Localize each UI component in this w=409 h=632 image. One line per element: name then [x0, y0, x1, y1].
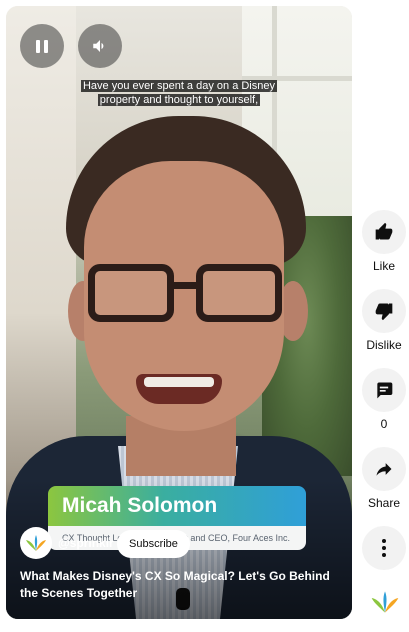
- volume-icon: [93, 40, 104, 52]
- volume-button[interactable]: [78, 24, 122, 68]
- video-player[interactable]: Have you ever spent a day on a Disney pr…: [6, 6, 352, 619]
- dislike-button[interactable]: [362, 289, 406, 333]
- caption-line-2: property and thought to yourself,: [97, 94, 261, 106]
- share-icon: [376, 463, 392, 476]
- thumbs-down-icon: [375, 303, 393, 321]
- channel-logo[interactable]: [370, 590, 400, 614]
- speaker-mouth: [136, 374, 222, 404]
- sprinklr-logo-icon: [371, 591, 399, 613]
- subscribe-button[interactable]: Subscribe: [117, 530, 190, 558]
- pause-button[interactable]: [20, 24, 64, 68]
- speaker-name: Micah Solomon: [48, 486, 306, 526]
- comment-icon: [377, 382, 393, 399]
- like-label: Like: [372, 259, 395, 273]
- share-button[interactable]: [362, 447, 406, 491]
- pause-icon: [36, 39, 48, 53]
- dislike-label: Dislike: [366, 338, 402, 352]
- channel-avatar[interactable]: [20, 527, 52, 559]
- more-options-button[interactable]: [362, 526, 406, 570]
- comments-button[interactable]: [362, 368, 406, 412]
- like-button[interactable]: [362, 210, 406, 254]
- channel-handle[interactable]: @sprinklr: [58, 536, 114, 550]
- sprinklr-avatar-icon: [26, 535, 46, 551]
- speaker-glasses: [88, 264, 284, 326]
- share-label: Share: [367, 496, 401, 510]
- more-vertical-icon: [382, 539, 386, 557]
- video-title[interactable]: What Makes Disney's CX So Magical? Let's…: [20, 568, 338, 602]
- caption-line-1: Have you ever spent a day on a Disney: [80, 80, 277, 92]
- comments-count: 0: [380, 417, 388, 431]
- thumbs-up-icon: [375, 222, 393, 240]
